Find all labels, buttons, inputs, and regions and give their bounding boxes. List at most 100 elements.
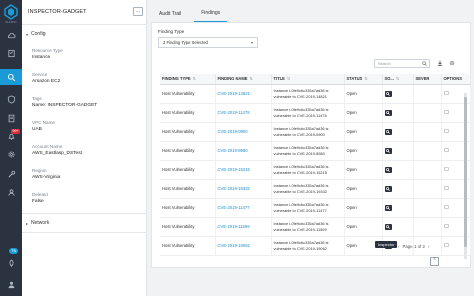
rail-item-notifications[interactable]: 99+ (0, 128, 22, 144)
rail-item-compliance[interactable] (0, 45, 22, 61)
finding-type-cell: Host Vulnerability (160, 122, 216, 142)
row-select-checkbox[interactable] (443, 243, 449, 247)
finding-name-link[interactable]: CVE-2019-19062 (215, 236, 272, 256)
finding-name-link[interactable]: CVE-2019-0900 (215, 122, 272, 142)
field-value: Name: INSPECTOR-GADGET (32, 103, 98, 108)
tab-audit-trail[interactable]: Audit Trail (152, 11, 188, 22)
network-section-toggle[interactable]: ▸ Network (26, 220, 49, 226)
inspector-icon[interactable] (384, 90, 392, 97)
finding-name-link[interactable]: CVE-2019-11477 (215, 198, 272, 218)
column-header-options: OPTIONS (441, 74, 471, 85)
more-options-button[interactable]: ... (133, 7, 143, 16)
table-row[interactable]: Host Vulnerability CVE-2019-8980 Instanc… (160, 141, 471, 161)
column-header-title[interactable]: TITLE ⇅ (271, 74, 345, 85)
columns-settings-button[interactable] (447, 58, 456, 68)
rail-item-tools[interactable] (0, 166, 22, 182)
inspector-icon[interactable] (384, 204, 392, 211)
column-header-source[interactable]: SO... ⇅ (382, 74, 414, 85)
rail-item-settings[interactable] (0, 146, 22, 162)
field-label: Deleted (32, 192, 48, 197)
finding-name-link[interactable]: CVE-2019-8980 (215, 141, 272, 161)
rail-item-cloud[interactable] (0, 27, 22, 43)
sort-icon[interactable]: ⇅ (287, 76, 290, 81)
column-header-severity[interactable]: SEVER (413, 74, 442, 85)
row-select-checkbox[interactable] (443, 224, 449, 228)
table-row[interactable]: Host Vulnerability CVE-2019-11599 Instan… (160, 217, 471, 237)
table-row[interactable]: Host Vulnerability CVE-2019-0900 Instanc… (160, 122, 471, 142)
source-cell (382, 179, 414, 199)
rail-item-search[interactable] (0, 69, 22, 85)
rail-item-profile[interactable] (0, 276, 22, 292)
inspector-icon[interactable] (384, 185, 392, 192)
rail-item-users[interactable] (0, 184, 22, 200)
search-placeholder: Search (378, 61, 391, 66)
search-input[interactable]: Search (374, 59, 430, 68)
finding-name-link[interactable]: CVE-2019-11599 (215, 217, 272, 237)
row-select-checkbox[interactable] (443, 167, 449, 171)
finding-type-label: Finding Type (158, 29, 185, 34)
status-cell: Open (344, 84, 383, 104)
row-select-checkbox[interactable] (443, 110, 449, 114)
user-badge[interactable]: TN (9, 248, 19, 254)
source-cell (382, 141, 414, 161)
download-button[interactable] (435, 58, 444, 68)
finding-type-cell: Host Vulnerability (160, 179, 216, 199)
column-header-finding-name[interactable]: FINDING NAME ⇅ (215, 74, 272, 85)
severity-cell (413, 217, 442, 237)
scroll-to-top-button[interactable]: ⌃ (430, 257, 439, 266)
app-logo-icon[interactable] (3, 4, 19, 20)
field-label: Resource Type (32, 48, 63, 53)
finding-name-link[interactable]: CVE-2019-14821 (215, 84, 272, 104)
rail-item-security[interactable] (0, 91, 22, 107)
checklist-icon (7, 49, 15, 57)
severity-cell (413, 160, 442, 180)
title-cell: Instance i-0fe9cbc335a7ad36 is vulnerable… (271, 141, 345, 161)
row-select-checkbox[interactable] (443, 148, 449, 152)
column-header-finding-type[interactable]: FINDING TYPE ⇅ (160, 74, 216, 85)
severity-cell (413, 141, 442, 161)
wrench-icon (7, 170, 15, 178)
sort-icon[interactable]: ⇅ (396, 76, 399, 81)
field-value: UAB (32, 127, 42, 132)
row-select-checkbox[interactable] (443, 205, 449, 209)
table-row[interactable]: Host Vulnerability CVE-2019-15215 Instan… (160, 160, 471, 180)
inspector-icon[interactable] (384, 147, 392, 154)
field-value: AWS-Virginia (32, 175, 61, 180)
inspector-icon[interactable] (384, 128, 392, 135)
inspector-icon[interactable] (384, 223, 392, 230)
cloud-icon (7, 32, 16, 38)
finding-name-link[interactable]: CVE-2019-19332 (215, 179, 272, 199)
finding-name-link[interactable]: CVE-2019-11478 (215, 103, 272, 123)
sort-icon[interactable]: ⇅ (364, 76, 367, 81)
table-row[interactable]: Host Vulnerability CVE-2019-19332 Instan… (160, 179, 471, 199)
nav-rail: SLASHO 99+ TN (0, 0, 22, 296)
tab-findings[interactable]: Findings (194, 10, 228, 22)
table-row[interactable]: Host Vulnerability CVE-2019-11478 Instan… (160, 103, 471, 123)
field-label: VPC Name (32, 120, 55, 125)
finding-type-cell: Host Vulnerability (160, 103, 216, 123)
chevron-down-icon: ▾ (26, 31, 29, 37)
title-cell: Instance i-0fe9cbc335a7ad36 is vulnerable… (271, 198, 345, 218)
row-select-checkbox[interactable] (443, 186, 449, 190)
inspector-icon[interactable] (384, 166, 392, 173)
next-page-icon[interactable]: › (428, 244, 429, 249)
sort-icon[interactable]: ⇅ (193, 76, 196, 81)
user-icon (8, 281, 14, 288)
rail-item-reports[interactable] (0, 110, 22, 126)
source-cell (382, 84, 414, 104)
finding-name-link[interactable]: CVE-2019-15215 (215, 160, 272, 180)
row-select-checkbox[interactable] (443, 129, 449, 133)
column-header-status[interactable]: STATUS ⇅ (344, 74, 383, 85)
scrollbar-thumb[interactable] (464, 97, 467, 247)
finding-type-select[interactable]: 2 Finding Type Selected ▾ (158, 37, 258, 48)
inspector-icon[interactable] (384, 109, 392, 116)
row-select-checkbox[interactable] (443, 91, 449, 95)
config-section-toggle[interactable]: ▾ Config (26, 31, 45, 37)
rail-item-deploy[interactable] (0, 255, 22, 271)
table-row[interactable]: Host Vulnerability CVE-2019-14821 Instan… (160, 84, 471, 104)
prev-page-icon[interactable]: ‹ (398, 244, 399, 249)
table-row[interactable]: Host Vulnerability CVE-2019-11477 Instan… (160, 198, 471, 218)
sort-icon[interactable]: ⇅ (250, 76, 253, 81)
gear-icon (7, 150, 15, 158)
table-scrollbar[interactable] (464, 93, 467, 259)
